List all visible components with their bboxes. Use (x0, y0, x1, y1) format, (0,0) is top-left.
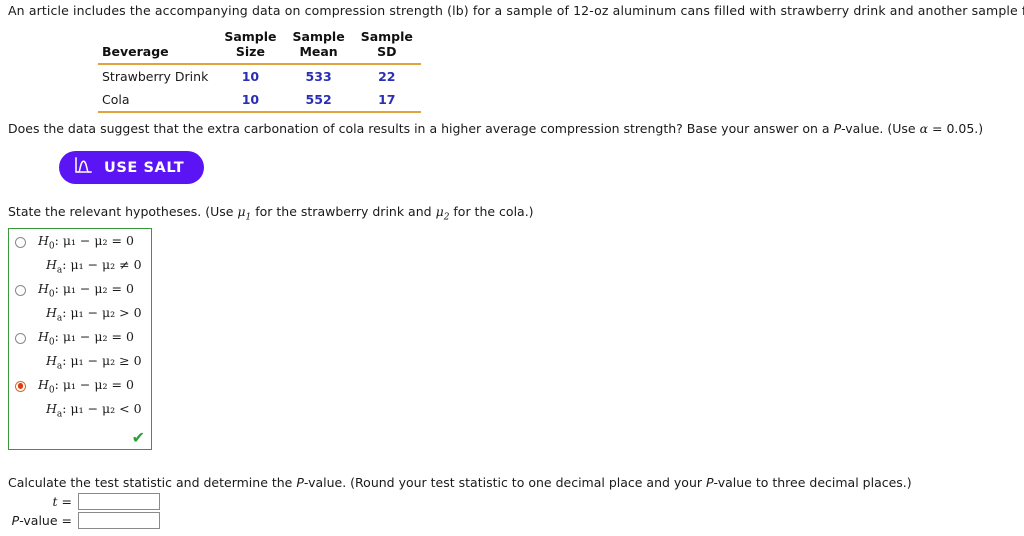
column-header-sample-mean: Sample Mean (284, 29, 353, 65)
cell-beverage: Strawberry Drink (102, 68, 209, 84)
t-statistic-label: t = (8, 494, 78, 509)
use-salt-button-label: USE SALT (104, 159, 185, 176)
column-header-sample-sd-line2: SD (377, 43, 397, 59)
h0-label: H (38, 328, 49, 344)
calc-pvalue-symbol-1: P (296, 475, 304, 490)
cell-sample-size: 10 (241, 68, 260, 84)
radio-button-option-2[interactable] (15, 284, 26, 296)
cell-sample-size: 10 (216, 87, 285, 113)
option-3-null-hypothesis: H0: μ₁ − μ₂ = 0 (38, 328, 134, 348)
question-part-2: -value. (Use (841, 121, 920, 136)
h0-expression: μ₁ − μ₂ = 0 (62, 233, 134, 248)
hyp-prompt-mu2: μ2 (435, 204, 450, 223)
table-row: Strawberry Drink 10 533 22 (98, 64, 421, 88)
radio-button-option-4[interactable] (15, 380, 26, 392)
use-salt-button[interactable]: USE SALT (59, 151, 205, 184)
t-statistic-input[interactable] (78, 493, 160, 510)
compression-strength-table: Beverage Sample Size Sample Mean Sample … (98, 29, 421, 113)
hyp-prompt-mu1: μ1 (237, 204, 251, 223)
t-statistic-row: t = (8, 493, 160, 510)
normal-curve-icon (74, 157, 93, 178)
ha-subscript: a (56, 265, 63, 276)
column-header-sample-sd: Sample SD (352, 29, 421, 65)
correct-checkmark-icon: ✔ (131, 428, 145, 447)
column-header-beverage: Beverage (98, 30, 217, 65)
h0-subscript: 0 (48, 241, 55, 252)
column-header-sample-size: Sample Size (216, 29, 285, 65)
option-4-null-hypothesis: H0: μ₁ − μ₂ = 0 (38, 376, 134, 396)
p-value-label: P-value = (8, 513, 78, 528)
cell-sample-mean: 552 (284, 87, 353, 113)
column-header-sample-mean-line1: Sample (292, 29, 345, 44)
h0-expression: μ₁ − μ₂ = 0 (62, 328, 134, 344)
ha-label: H (46, 352, 57, 368)
option-1-alt-hypothesis: Ha: μ₁ − μ₂ ≠ 0 (46, 256, 142, 276)
cell-beverage: Cola (98, 87, 217, 113)
question-alpha-symbol: α (919, 121, 929, 136)
ha-label: H (46, 256, 57, 272)
mu2-glyph: μ (435, 204, 444, 219)
column-header-sample-mean-line2: Mean (299, 43, 338, 59)
hyp-prompt-part-1: State the relevant hypotheses. (Use (8, 204, 238, 219)
calc-pvalue-symbol-2: P (706, 475, 714, 490)
calculate-prompt: Calculate the test statistic and determi… (8, 475, 912, 490)
ha-label: H (46, 400, 57, 416)
p-value-input[interactable] (78, 512, 160, 529)
p-value-text: -value (19, 513, 58, 528)
hypothesis-option-1[interactable]: H0: μ₁ − μ₂ = 0 Ha: μ₁ − μ₂ ≠ 0 (9, 234, 151, 276)
option-4-alt-hypothesis: Ha: μ₁ − μ₂ < 0 (46, 400, 142, 420)
column-header-sample-size-line2: Size (235, 43, 265, 59)
hypothesis-option-3[interactable]: H0: μ₁ − μ₂ = 0 Ha: μ₁ − μ₂ ≥ 0 (9, 330, 151, 372)
table-row: Cola 10 552 17 (98, 87, 421, 113)
table-header-row: Beverage Sample Size Sample Mean Sample … (98, 29, 421, 65)
hyp-prompt-part-2: for the strawberry drink and (251, 204, 436, 219)
question-part-3: = 0.05.) (928, 121, 984, 136)
hypotheses-options-box: H0: μ₁ − μ₂ = 0 Ha: μ₁ − μ₂ ≠ 0 H0: μ₁ −… (8, 228, 152, 450)
h0-subscript: 0 (48, 289, 55, 300)
h0-label: H (38, 376, 49, 392)
mu1-glyph: μ (237, 204, 246, 219)
question-part-1: Does the data suggest that the extra car… (8, 121, 834, 136)
question-text: Does the data suggest that the extra car… (8, 121, 983, 136)
hyp-prompt-part-3: for the cola.) (449, 204, 534, 219)
ha-subscript: a (56, 409, 63, 420)
cell-sample-sd: 17 (352, 87, 421, 113)
ha-label: H (46, 304, 57, 320)
ha-subscript: a (56, 361, 63, 372)
t-equals: = (57, 494, 72, 509)
h0-label: H (38, 280, 49, 296)
option-2-null-hypothesis: H0: μ₁ − μ₂ = 0 (38, 280, 134, 300)
h0-expression: μ₁ − μ₂ = 0 (62, 376, 134, 392)
ha-expression: μ₁ − μ₂ ≠ 0 (70, 256, 142, 272)
column-header-sample-size-line1: Sample (224, 29, 277, 44)
ha-expression: μ₁ − μ₂ > 0 (70, 304, 142, 320)
radio-button-option-3[interactable] (15, 332, 26, 344)
ha-expression: μ₁ − μ₂ < 0 (70, 400, 142, 416)
p-equals: = (57, 513, 72, 528)
calc-part-2: -value. (Round your test statistic to on… (303, 475, 706, 490)
cell-sample-mean: 533 (305, 68, 332, 84)
p-value-row: P-value = (8, 512, 160, 529)
radio-button-option-1[interactable] (15, 237, 26, 248)
calc-part-3: -value to three decimal places.) (713, 475, 912, 490)
hypothesis-option-2[interactable]: H0: μ₁ − μ₂ = 0 Ha: μ₁ − μ₂ > 0 (9, 282, 151, 324)
question-pvalue-symbol: P (833, 121, 842, 136)
ha-expression: μ₁ − μ₂ ≥ 0 (70, 352, 142, 368)
h0-subscript: 0 (48, 385, 55, 396)
option-3-alt-hypothesis: Ha: μ₁ − μ₂ ≥ 0 (46, 352, 142, 372)
hypotheses-prompt: State the relevant hypotheses. (Use μ1 f… (8, 204, 534, 223)
intro-text: An article includes the accompanying dat… (8, 3, 1024, 18)
calc-part-1: Calculate the test statistic and determi… (8, 475, 297, 490)
h0-subscript: 0 (48, 337, 55, 348)
h0-label: H (38, 233, 49, 248)
hypothesis-option-4[interactable]: H0: μ₁ − μ₂ = 0 Ha: μ₁ − μ₂ < 0 (9, 378, 151, 420)
option-1-null-hypothesis: H0: μ₁ − μ₂ = 0 (38, 233, 134, 252)
h0-expression: μ₁ − μ₂ = 0 (62, 280, 134, 296)
cell-sample-sd: 22 (378, 68, 396, 84)
option-2-alt-hypothesis: Ha: μ₁ − μ₂ > 0 (46, 304, 142, 324)
column-header-sample-sd-line1: Sample (360, 29, 413, 44)
ha-subscript: a (56, 313, 63, 324)
